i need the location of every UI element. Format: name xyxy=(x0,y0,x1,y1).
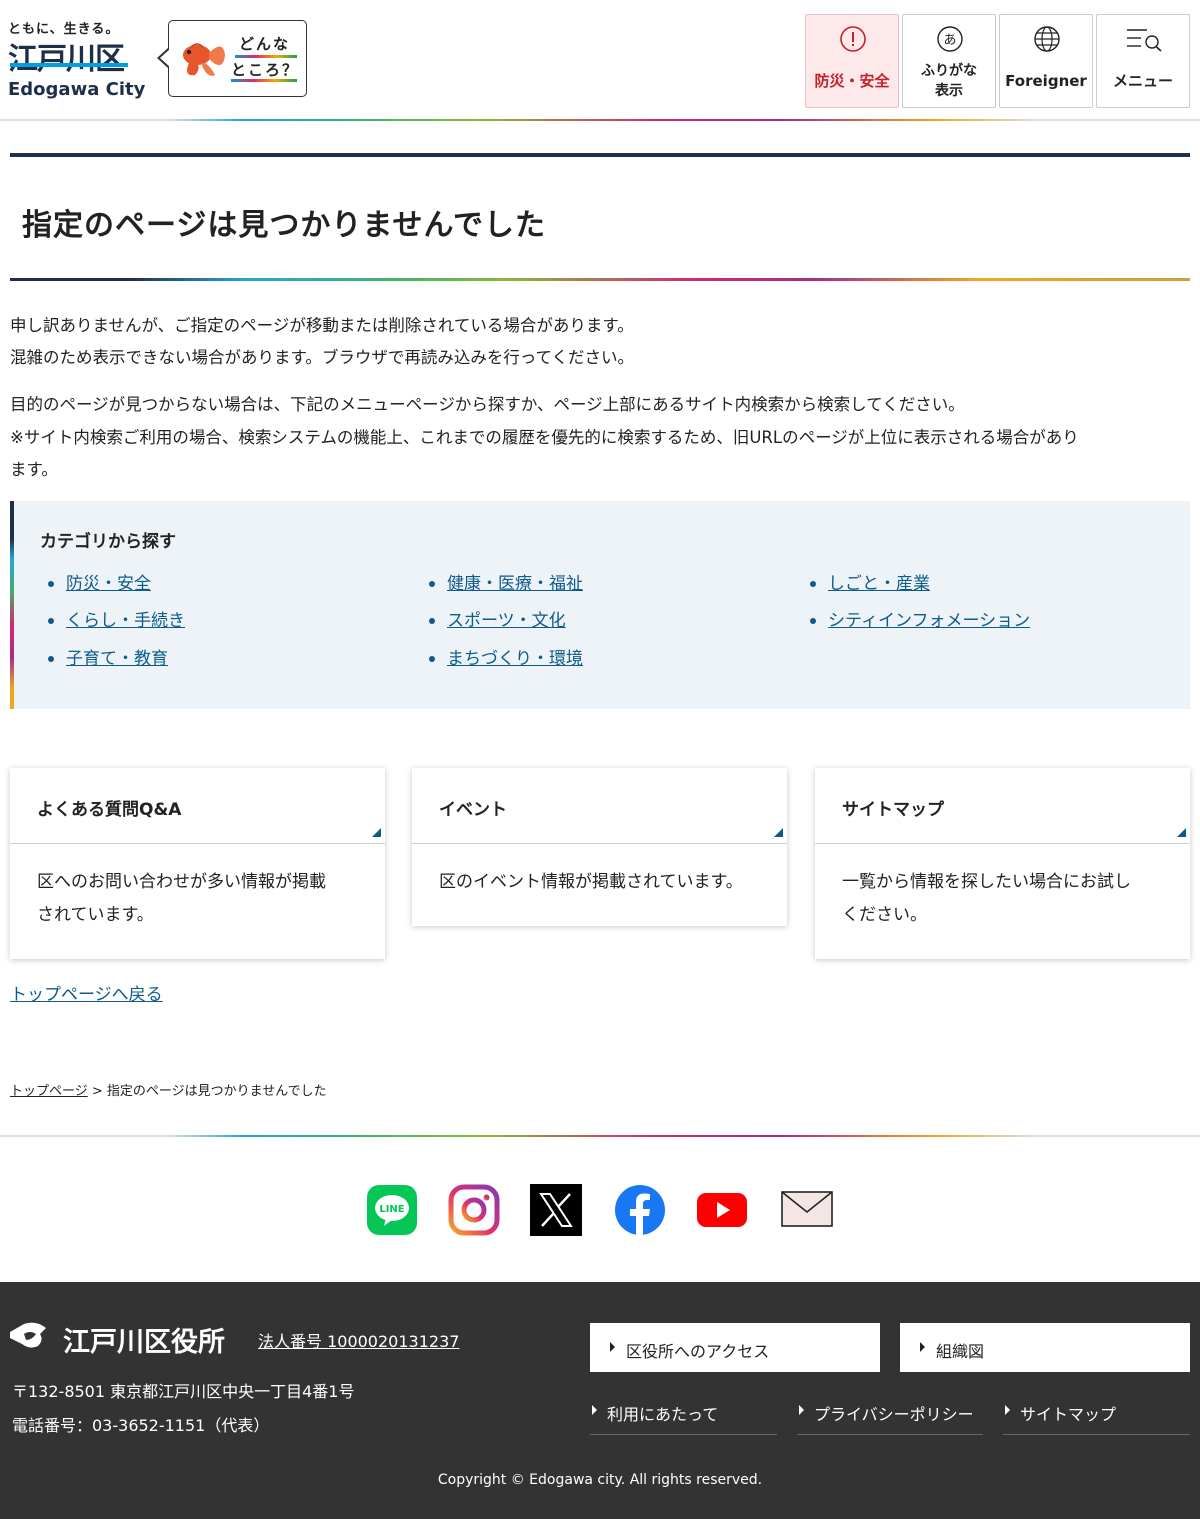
category-title: カテゴリから探す xyxy=(40,532,176,552)
furigana-button[interactable]: あ ふりがな 表示 xyxy=(902,14,996,108)
event-card[interactable]: イベント 区のイベント情報が掲載されています。 xyxy=(412,768,787,926)
category-accent-bar xyxy=(10,501,14,709)
footer-address: 〒132-8501 東京都江戸川区中央一丁目4番1号 xyxy=(12,1382,355,1401)
line-icon[interactable]: LINE xyxy=(366,1184,418,1236)
furigana-label-line2: 表示 xyxy=(935,83,963,99)
edogawa-city-logo[interactable]: ともに、生きる。 江戸川区 Edogawa City xyxy=(8,18,146,104)
category-link-disaster[interactable]: 防災・安全 xyxy=(48,572,151,596)
apology-text-line2: 混雑のため表示できない場合があります。ブラウザで再読み込みを行ってください。 xyxy=(10,348,635,367)
category-link-town[interactable]: まちづくり・環境 xyxy=(429,647,583,671)
terms-of-use-link[interactable]: 利用にあたって xyxy=(590,1389,777,1435)
svg-text:LINE: LINE xyxy=(379,1204,404,1215)
breadcrumb-current: 指定のページは見つかりませんでした xyxy=(106,1084,327,1099)
content-top-bar xyxy=(10,153,1190,157)
event-card-title: イベント xyxy=(439,800,507,820)
breadcrumb-home-link[interactable]: トップページ xyxy=(10,1084,88,1099)
footer-office-name: 江戸川区役所 xyxy=(63,1327,225,1358)
banner-line2: ところ？ xyxy=(231,61,300,79)
footer-divider xyxy=(0,1135,1200,1137)
sitemap-card[interactable]: サイトマップ 一覧から情報を探したい場合にお試し ください。 xyxy=(815,768,1190,959)
svg-text:あ: あ xyxy=(943,33,956,48)
faq-card[interactable]: よくある質問Q&A 区へのお問い合わせが多い情報が掲載 されています。 xyxy=(10,768,385,959)
back-to-top-link[interactable]: トップページへ戻る xyxy=(10,980,163,1005)
corner-arrow-icon xyxy=(774,828,783,837)
category-link-living[interactable]: くらし・手続き xyxy=(48,609,185,633)
facebook-icon[interactable] xyxy=(614,1184,666,1236)
edogawa-emblem-icon xyxy=(10,1322,46,1348)
triangle-right-icon xyxy=(1005,1405,1010,1415)
goldfish-icon xyxy=(183,43,225,76)
corner-arrow-icon xyxy=(372,828,381,837)
donna-tokoro-banner[interactable]: どんな ところ？ xyxy=(157,20,307,97)
guidance-text-line3: ます。 xyxy=(10,460,58,479)
faq-card-body-line1: 区へのお問い合わせが多い情報が掲載 xyxy=(37,872,326,892)
youtube-icon[interactable] xyxy=(696,1184,748,1236)
logo-tagline: ともに、生きる。 xyxy=(8,22,120,37)
sitemap-card-body-line1: 一覧から情報を探したい場合にお試し xyxy=(842,872,1131,892)
faq-card-title: よくある質問Q&A xyxy=(37,800,182,820)
banner-line1: どんな xyxy=(239,35,291,53)
organization-chart-button[interactable]: 組織図 xyxy=(900,1323,1190,1372)
category-link-health[interactable]: 健康・医療・福祉 xyxy=(429,572,583,596)
site-footer: 江戸川区役所 法人番号 1000020131237 〒132-8501 東京都江… xyxy=(0,1282,1200,1519)
faq-card-body-line2: されています。 xyxy=(37,905,154,925)
site-header: ともに、生きる。 江戸川区 Edogawa City どんな ところ？ 防災・安… xyxy=(0,0,1200,121)
disaster-safety-button[interactable]: 防災・安全 xyxy=(805,14,899,108)
corporate-number-link[interactable]: 法人番号 1000020131237 xyxy=(258,1328,459,1352)
menu-button[interactable]: メニュー xyxy=(1096,14,1190,108)
category-box: カテゴリから探す 防災・安全 健康・医療・福祉 しごと・産業 くらし・手続き ス… xyxy=(10,501,1190,709)
corner-arrow-icon xyxy=(1177,828,1186,837)
triangle-right-icon xyxy=(610,1342,615,1352)
page-title: 指定のページは見つかりませんでした xyxy=(22,208,546,243)
menu-label: メニュー xyxy=(1112,72,1173,90)
globe-icon xyxy=(1034,26,1060,52)
breadcrumb: トップページ > 指定のページは見つかりませんでした xyxy=(10,1084,327,1099)
foreigner-button[interactable]: Foreigner xyxy=(999,14,1093,108)
privacy-policy-link[interactable]: プライバシーポリシー xyxy=(797,1389,983,1435)
category-link-sports[interactable]: スポーツ・文化 xyxy=(429,609,566,633)
copyright: Copyright © Edogawa city. All rights res… xyxy=(437,1472,763,1488)
hiragana-a-icon: あ xyxy=(937,26,963,52)
sitemap-link[interactable]: サイトマップ xyxy=(1003,1389,1190,1435)
footer-telephone: 電話番号：03-3652-1151（代表） xyxy=(12,1416,270,1435)
furigana-label-line1: ふりがな xyxy=(921,63,977,79)
title-underline xyxy=(10,278,1190,281)
sitemap-card-title: サイトマップ xyxy=(842,800,944,820)
header-divider xyxy=(0,119,1200,121)
event-card-body: 区のイベント情報が掲載されています。 xyxy=(439,872,743,892)
category-link-childcare[interactable]: 子育て・教育 xyxy=(48,647,168,671)
menu-search-icon xyxy=(1127,29,1162,52)
sitemap-card-body-line2: ください。 xyxy=(842,905,927,925)
disaster-safety-label: 防災・安全 xyxy=(814,72,890,90)
guidance-text-line2: ※サイト内検索ご利用の場合、検索システムの機能上、これまでの履歴を優先的に検索す… xyxy=(10,428,1079,447)
triangle-right-icon xyxy=(920,1342,925,1352)
category-link-work[interactable]: しごと・産業 xyxy=(810,572,930,596)
access-button[interactable]: 区役所へのアクセス xyxy=(590,1323,880,1372)
guidance-text-line1: 目的のページが見つからない場合は、下記のメニューページから探すか、ページ上部にあ… xyxy=(10,395,965,414)
alert-circle-icon xyxy=(840,26,866,52)
logo-english-name: Edogawa City xyxy=(8,79,146,100)
logo-name: 江戸川区 xyxy=(8,42,125,77)
triangle-right-icon xyxy=(799,1405,804,1415)
apology-text-line1: 申し訳ありませんが、ご指定のページが移動または削除されている場合があります。 xyxy=(10,316,634,335)
instagram-icon[interactable] xyxy=(448,1184,500,1236)
mail-icon[interactable] xyxy=(780,1184,834,1236)
triangle-right-icon xyxy=(592,1405,597,1415)
x-icon[interactable] xyxy=(530,1184,582,1236)
logo-stripe xyxy=(10,63,128,67)
category-link-city-info[interactable]: シティインフォメーション xyxy=(810,609,1030,633)
foreigner-label: Foreigner xyxy=(1005,72,1087,90)
